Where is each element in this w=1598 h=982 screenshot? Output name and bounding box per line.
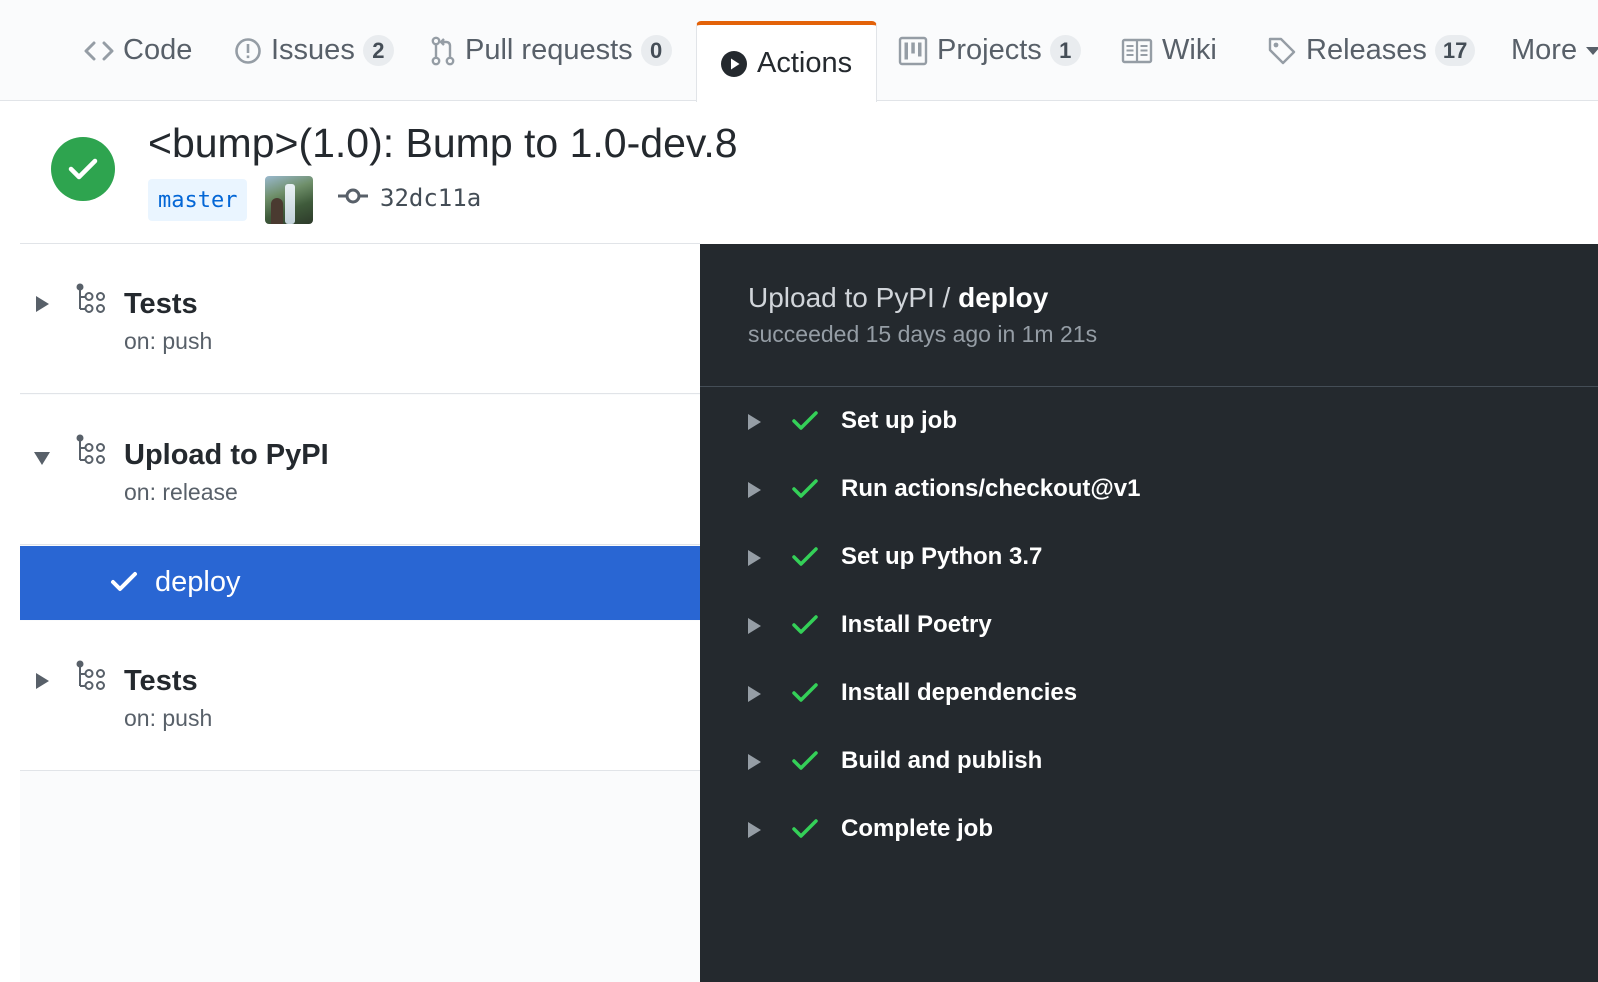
commit-sha[interactable]: 32dc11a — [380, 184, 481, 212]
check-icon — [792, 410, 818, 437]
step-complete-job[interactable]: Complete job — [700, 805, 1598, 855]
tab-label: Pull requests — [465, 34, 633, 66]
tab-more[interactable]: More — [1511, 0, 1598, 101]
expand-triangle-icon — [748, 482, 761, 498]
job-title-job: deploy — [958, 282, 1049, 313]
job-header: Upload to PyPI / deploy succeeded 15 day… — [700, 244, 1598, 387]
play-icon — [720, 50, 748, 78]
expand-triangle-icon — [748, 822, 761, 838]
tag-icon — [1267, 36, 1297, 66]
project-icon — [898, 36, 928, 66]
step-set-up-job[interactable]: Set up job — [700, 397, 1598, 447]
check-icon — [792, 818, 818, 845]
job-title-separator: / — [934, 282, 959, 313]
tab-label: Wiki — [1162, 34, 1217, 66]
step-run-actions-checkout[interactable]: Run actions/checkout@v1 — [700, 465, 1598, 515]
workflow-trigger: on: push — [124, 705, 213, 731]
tab-projects[interactable]: Projects 1 — [898, 0, 1081, 101]
workflow-name: Tests — [124, 288, 198, 320]
tab-releases[interactable]: Releases 17 — [1267, 0, 1476, 101]
issue-icon — [234, 37, 262, 65]
step-name: Complete job — [841, 815, 994, 842]
expand-triangle-icon — [748, 686, 761, 702]
step-name: Build and publish — [841, 747, 1043, 774]
tab-label: Issues — [271, 34, 355, 66]
tab-code[interactable]: Code — [84, 0, 192, 101]
step-name: Install dependencies — [841, 679, 1078, 706]
step-set-up-python[interactable]: Set up Python 3.7 — [700, 533, 1598, 583]
job-name: deploy — [155, 566, 241, 598]
run-success-icon — [51, 137, 115, 201]
check-icon — [792, 750, 818, 777]
expand-triangle-icon — [748, 414, 761, 430]
workflow-item-tests[interactable]: Tests on: push — [20, 244, 700, 394]
projects-count-badge: 1 — [1049, 35, 1081, 66]
commit-icon — [337, 186, 369, 211]
workflow-icon — [75, 660, 109, 701]
tab-label: More — [1511, 34, 1578, 66]
workflow-list: Tests on: push Upload to PyPI on: releas… — [20, 243, 700, 982]
step-name: Run actions/checkout@v1 — [841, 475, 1141, 502]
check-icon — [792, 546, 818, 573]
step-install-dependencies[interactable]: Install dependencies — [700, 669, 1598, 719]
tab-label: Releases — [1306, 34, 1427, 66]
issues-count-badge: 2 — [362, 35, 394, 66]
check-icon — [110, 570, 138, 599]
workflow-item-tests[interactable]: Tests on: push — [20, 621, 700, 771]
tab-label: Code — [123, 34, 193, 66]
expand-triangle-icon — [748, 618, 761, 634]
workflow-name: Upload to PyPI — [124, 439, 329, 471]
expand-triangle-icon[interactable] — [36, 673, 49, 689]
collapse-triangle-icon[interactable] — [34, 452, 50, 465]
tab-wiki[interactable]: Wiki — [1121, 0, 1217, 101]
job-item-deploy[interactable]: deploy — [20, 546, 700, 620]
tab-label: Actions — [757, 47, 853, 79]
check-icon — [792, 614, 818, 641]
check-icon — [792, 478, 818, 505]
job-title: Upload to PyPI / deploy — [748, 282, 1048, 314]
releases-count-badge: 17 — [1434, 35, 1476, 66]
step-name: Set up job — [841, 407, 957, 434]
run-title: <bump>(1.0): Bump to 1.0-dev.8 — [148, 120, 738, 166]
tab-issues[interactable]: Issues 2 — [234, 0, 394, 101]
tab-pull-requests[interactable]: Pull requests 0 — [430, 0, 672, 101]
job-summary: succeeded 15 days ago in 1m 21s — [748, 321, 1098, 347]
workflow-icon — [75, 283, 109, 324]
avatar[interactable] — [265, 176, 313, 224]
tab-actions[interactable]: Actions — [696, 21, 878, 102]
check-icon — [792, 682, 818, 709]
branch-label[interactable]: master — [148, 179, 248, 221]
job-title-workflow: Upload to PyPI — [748, 282, 935, 313]
step-install-poetry[interactable]: Install Poetry — [700, 601, 1598, 651]
repo-nav-tabs: Code Issues 2 Pull requests 0 Actions Pr… — [0, 0, 1598, 102]
workflow-trigger: on: push — [124, 328, 213, 354]
job-log-panel: Upload to PyPI / deploy succeeded 15 day… — [700, 244, 1598, 982]
expand-triangle-icon[interactable] — [36, 296, 49, 312]
workflow-icon — [75, 434, 109, 475]
code-icon — [84, 39, 114, 63]
step-build-and-publish[interactable]: Build and publish — [700, 737, 1598, 787]
expand-triangle-icon — [748, 550, 761, 566]
pull-requests-count-badge: 0 — [640, 35, 672, 66]
tab-label: Projects — [937, 34, 1042, 66]
step-name: Install Poetry — [841, 611, 992, 638]
pull-request-icon — [430, 36, 456, 66]
book-icon — [1121, 38, 1153, 64]
step-name: Set up Python 3.7 — [841, 543, 1043, 570]
expand-triangle-icon — [748, 754, 761, 770]
caret-down-icon — [1586, 46, 1598, 55]
workflow-name: Tests — [124, 665, 198, 697]
workflow-trigger: on: release — [124, 479, 238, 505]
workflow-item-upload-to-pypi[interactable]: Upload to PyPI on: release — [20, 395, 700, 545]
